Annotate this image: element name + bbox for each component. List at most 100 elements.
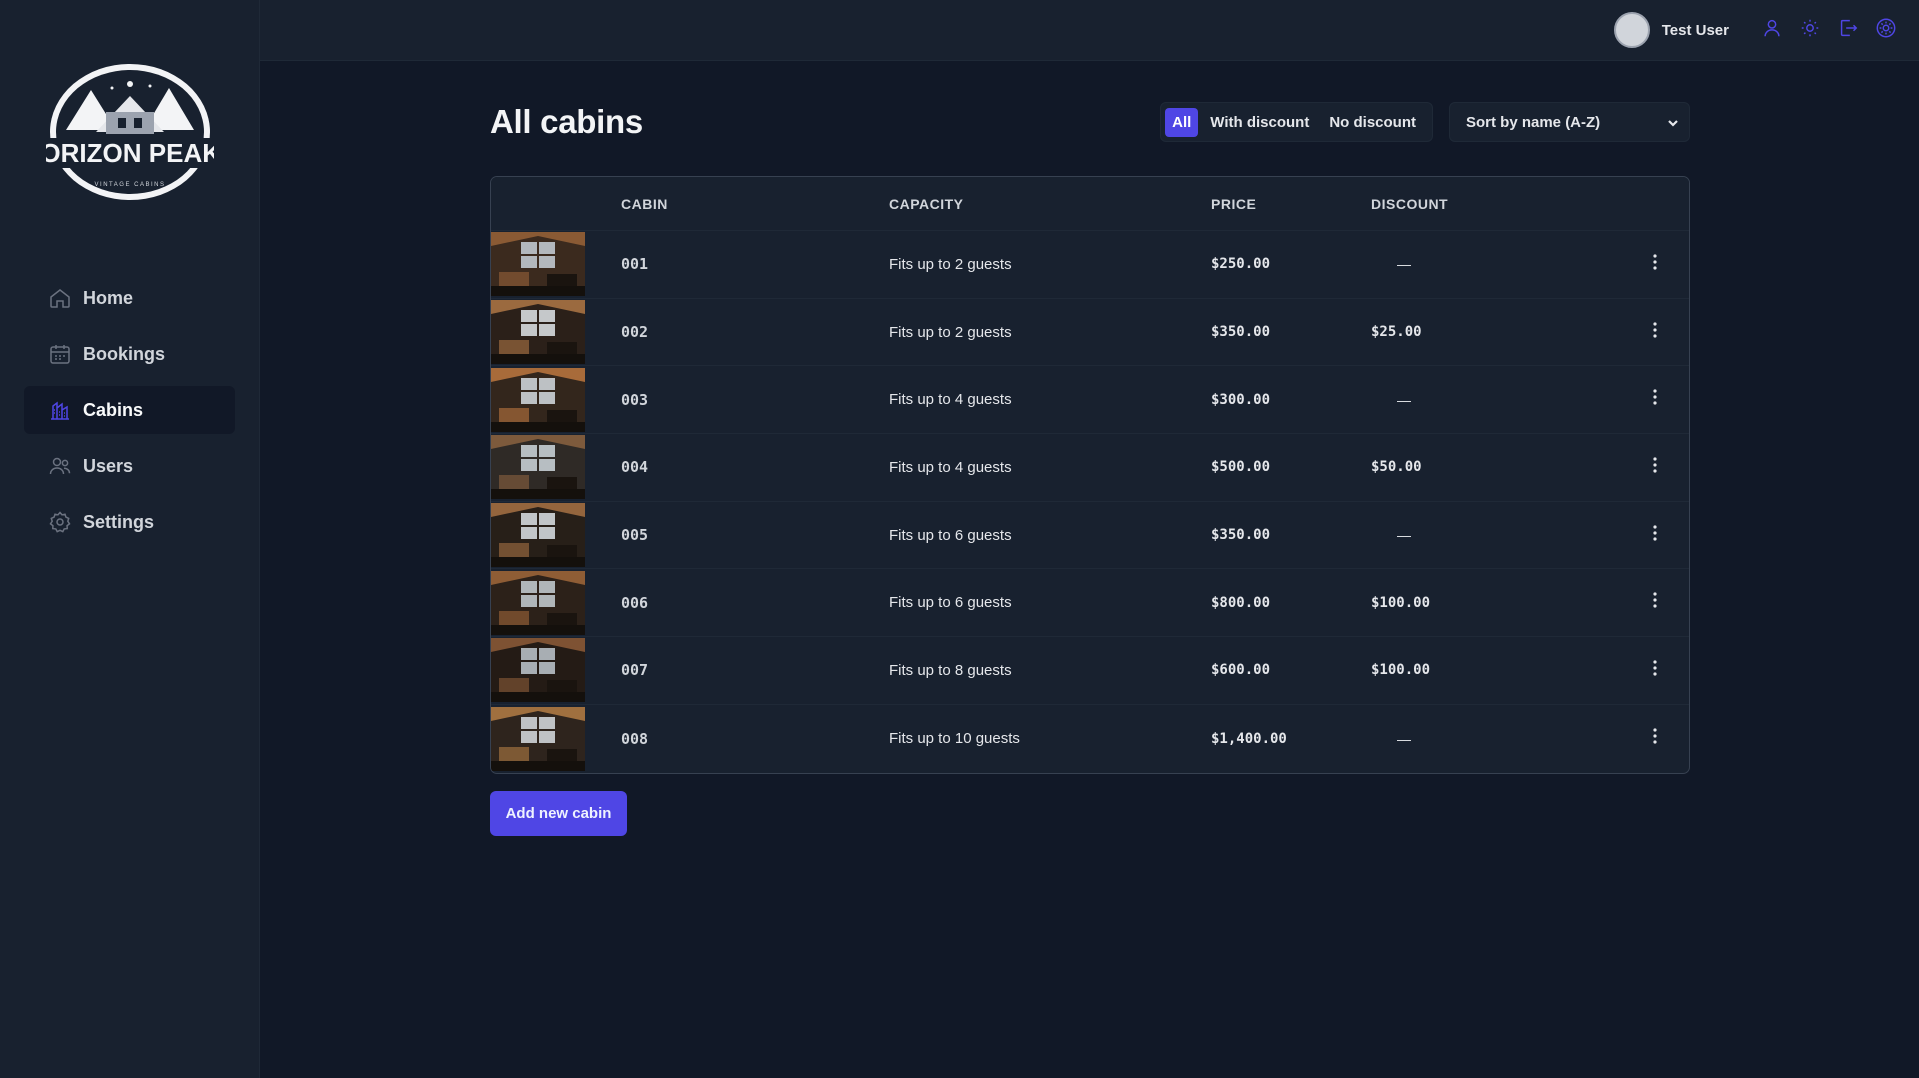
cabin-name: 007 bbox=[621, 661, 649, 680]
sidebar-item-label: Settings bbox=[83, 511, 155, 532]
sidebar-item-bookings[interactable]: Bookings bbox=[24, 330, 235, 378]
cabin-capacity: Fits up to 8 guests bbox=[889, 661, 1012, 679]
cabin-capacity: Fits up to 2 guests bbox=[889, 255, 1012, 273]
settings-button[interactable] bbox=[1867, 11, 1905, 49]
brand-logo[interactable]: HORIZON PEAKS VINTAGE CABINS bbox=[22, 60, 238, 204]
cabin-capacity: Fits up to 6 guests bbox=[889, 526, 1012, 544]
sort-select[interactable]: Sort by name (A-Z) bbox=[1449, 102, 1690, 142]
gear-icon bbox=[48, 510, 72, 534]
table-row: 001 Fits up to 2 guests $250.00 — bbox=[491, 231, 1689, 299]
cabin-image bbox=[491, 300, 585, 365]
brand-name: HORIZON PEAKS bbox=[46, 138, 214, 168]
more-vertical-icon bbox=[1647, 387, 1663, 412]
chevron-down-icon bbox=[1667, 116, 1679, 128]
cabin-discount: $100.00 bbox=[1371, 594, 1431, 611]
cabin-image bbox=[491, 503, 585, 568]
cabin-image-cell bbox=[491, 300, 621, 365]
cabin-capacity: Fits up to 4 guests bbox=[889, 391, 1012, 409]
users-icon bbox=[48, 454, 72, 478]
cabin-capacity: Fits up to 10 guests bbox=[889, 730, 1020, 748]
sidebar-item-settings[interactable]: Settings bbox=[24, 498, 235, 546]
main-area: Test User All cabins All With discount N… bbox=[260, 0, 1919, 1078]
top-header: Test User bbox=[260, 0, 1919, 61]
column-header-capacity: Capacity bbox=[889, 195, 964, 212]
row-actions-button[interactable] bbox=[1591, 590, 1689, 615]
cabin-name: 004 bbox=[621, 458, 649, 477]
sidebar-item-label: Bookings bbox=[83, 343, 166, 364]
table-controls: All With discount No discount Sort by na… bbox=[1160, 102, 1690, 142]
cabin-price: $350.00 bbox=[1211, 527, 1271, 544]
filter-all-button[interactable]: All bbox=[1165, 107, 1199, 137]
row-actions-button[interactable] bbox=[1591, 523, 1689, 548]
cabin-discount: — bbox=[1397, 730, 1411, 747]
table-row: 003 Fits up to 4 guests $300.00 — bbox=[491, 366, 1689, 435]
table-row: 006 Fits up to 6 guests $800.00 $100.00 bbox=[491, 569, 1689, 638]
sidebar-nav: Home Bookings Cabins Users Settings bbox=[24, 274, 235, 554]
more-vertical-icon bbox=[1647, 320, 1663, 345]
cabin-image bbox=[491, 706, 585, 771]
account-button[interactable] bbox=[1753, 11, 1791, 49]
cabin-image bbox=[491, 232, 585, 297]
cabin-name: 003 bbox=[621, 390, 649, 409]
filter-with-discount-button[interactable]: With discount bbox=[1202, 108, 1317, 137]
sidebar-item-label: Cabins bbox=[83, 399, 144, 420]
cabin-image-cell bbox=[491, 706, 621, 771]
cabin-name: 002 bbox=[621, 323, 649, 342]
sidebar-item-users[interactable]: Users bbox=[24, 442, 235, 490]
page-title: All cabins bbox=[490, 103, 643, 140]
cabin-image-cell bbox=[491, 232, 621, 297]
logout-button[interactable] bbox=[1829, 11, 1867, 49]
sidebar-item-cabins[interactable]: Cabins bbox=[24, 386, 235, 434]
more-vertical-icon bbox=[1647, 590, 1663, 615]
cabin-image-cell bbox=[491, 638, 621, 703]
more-vertical-icon bbox=[1647, 252, 1663, 277]
table-row: 004 Fits up to 4 guests $500.00 $50.00 bbox=[491, 434, 1689, 502]
avatar[interactable] bbox=[1613, 12, 1650, 48]
cabin-name: 008 bbox=[621, 729, 649, 748]
cabin-discount: — bbox=[1397, 527, 1411, 544]
sidebar-item-home[interactable]: Home bbox=[24, 274, 235, 322]
table-row: 008 Fits up to 10 guests $1,400.00 — bbox=[491, 705, 1689, 773]
cabin-capacity: Fits up to 6 guests bbox=[889, 594, 1012, 612]
more-vertical-icon bbox=[1647, 455, 1663, 480]
cabin-price: $1,400.00 bbox=[1211, 730, 1287, 747]
cabin-name: 001 bbox=[621, 255, 649, 274]
column-header-cabin: Cabin bbox=[621, 195, 668, 212]
row-actions-button[interactable] bbox=[1591, 726, 1689, 751]
row-actions-button[interactable] bbox=[1591, 252, 1689, 277]
row-actions-button[interactable] bbox=[1591, 320, 1689, 345]
theme-toggle-button[interactable] bbox=[1791, 11, 1829, 49]
user-icon bbox=[1761, 17, 1783, 44]
table-row: 007 Fits up to 8 guests $600.00 $100.00 bbox=[491, 637, 1689, 705]
cabin-image bbox=[491, 367, 585, 432]
more-vertical-icon bbox=[1647, 726, 1663, 751]
table-row: 005 Fits up to 6 guests $350.00 — bbox=[491, 502, 1689, 570]
cabin-capacity: Fits up to 4 guests bbox=[889, 458, 1012, 476]
column-header-discount: Discount bbox=[1371, 195, 1449, 212]
settings-gear-icon bbox=[1875, 17, 1897, 44]
row-actions-button[interactable] bbox=[1591, 455, 1689, 480]
cabin-image-cell bbox=[491, 367, 621, 432]
add-new-cabin-button[interactable]: Add new cabin bbox=[490, 790, 627, 836]
column-header-price: Price bbox=[1211, 195, 1257, 212]
row-actions-button[interactable] bbox=[1591, 658, 1689, 683]
table-body: 001 Fits up to 2 guests $250.00 — 002 Fi… bbox=[491, 231, 1689, 773]
cabin-image bbox=[491, 638, 585, 703]
cabin-discount: — bbox=[1397, 256, 1411, 273]
more-vertical-icon bbox=[1647, 658, 1663, 683]
cabin-price: $300.00 bbox=[1211, 391, 1271, 408]
cabin-price: $500.00 bbox=[1211, 459, 1271, 476]
cabins-table: Cabin Capacity Price Discount bbox=[490, 176, 1690, 774]
title-row: All cabins All With discount No discount… bbox=[490, 100, 1690, 144]
cabin-discount: $50.00 bbox=[1371, 459, 1422, 476]
row-actions-button[interactable] bbox=[1591, 387, 1689, 412]
cabin-price: $350.00 bbox=[1211, 324, 1271, 341]
logout-icon bbox=[1837, 17, 1859, 44]
cabin-name: 005 bbox=[621, 526, 649, 545]
sort-selected-value: Sort by name (A-Z) bbox=[1466, 113, 1601, 131]
cabin-image bbox=[491, 570, 585, 635]
cabin-image-cell bbox=[491, 570, 621, 635]
cabin-image-cell bbox=[491, 435, 621, 500]
sidebar: HORIZON PEAKS VINTAGE CABINS Home Bookin… bbox=[0, 0, 260, 1078]
filter-no-discount-button[interactable]: No discount bbox=[1321, 108, 1424, 137]
